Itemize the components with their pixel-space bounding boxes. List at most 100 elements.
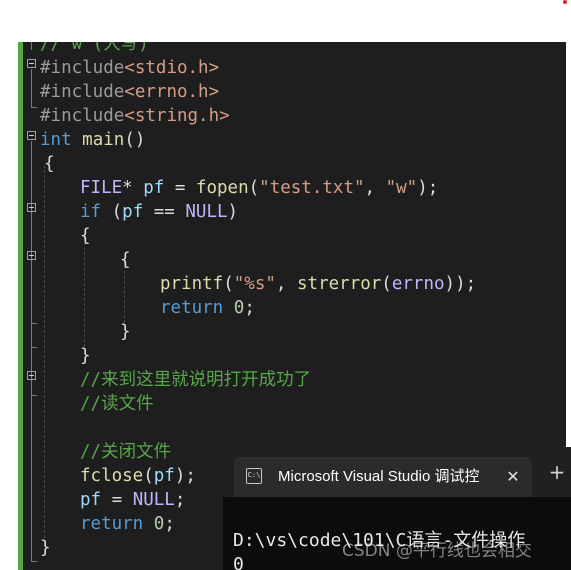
code-token: = [164,178,196,198]
code-token: FILE [80,178,123,198]
code-line[interactable]: if (pf == NULL) [80,200,238,224]
code-line[interactable]: FILE* pf = fopen("test.txt", "w"); [80,176,438,200]
code-token: 0 [153,514,165,534]
code-token: } [80,346,91,366]
code-token: #include [40,82,125,102]
code-token: ; [164,514,175,534]
code-token: pf [153,466,175,486]
code-token: { [120,250,131,270]
code-token: { [44,154,55,174]
code-token: strerror [297,274,382,294]
code-token: "%s" [233,274,276,294]
outline-line [31,69,32,107]
code-line[interactable]: #include<string.h> [40,104,230,128]
code-token: NULL [185,202,228,222]
code-token: } [120,322,131,342]
code-token: , [364,178,386,198]
code-line[interactable]: return 0; [160,296,255,320]
editor-margin [0,42,18,570]
code-token: errno [391,274,445,294]
code-line[interactable]: return 0; [80,512,175,536]
code-token: pf [122,202,144,222]
code-token: == [143,202,186,222]
watermark: CSDN @平行线也会相交 [342,541,532,561]
code-token: () [124,130,146,150]
outline-end [31,561,37,562]
code-line[interactable]: //关闭文件 [80,440,171,464]
console-tab-title: Microsoft Visual Studio 调试控 [278,468,480,485]
outline-end [31,107,37,108]
close-icon[interactable]: ✕ [502,466,524,488]
collapse-if-icon[interactable] [27,203,36,212]
code-token: #include [40,106,125,126]
code-token: ; [174,490,186,510]
code-line[interactable]: //来到这里就说明打开成功了 [80,368,311,392]
code-token: main [82,130,125,150]
terminal-icon: C:\ [246,468,262,484]
code-token: * [122,178,144,198]
code-line[interactable]: } [80,344,91,368]
console-tab-bar: C:\ Microsoft Visual Studio 调试控 ✕ + [223,447,571,497]
code-token: ); [174,466,196,486]
outline-end [31,323,37,324]
code-line[interactable]: { [80,224,91,248]
code-token: //关闭文件 [80,442,172,462]
code-token: pf [80,490,102,510]
outline-line [31,42,32,50]
code-token: printf [160,274,224,294]
code-line[interactable]: #include<stdio.h> [40,56,219,80]
code-token: return [80,514,144,534]
code-token: ( [143,466,154,486]
outline-end [31,395,37,396]
notification-dot [563,0,567,4]
collapse-includes-icon[interactable] [27,59,36,68]
code-token: <stdio.h> [124,58,220,78]
code-token: <errno.h> [124,82,220,102]
code-token: , [275,274,297,294]
code-token: #include [40,58,125,78]
code-token: ; [244,298,255,318]
code-token: int [40,130,72,150]
code-token: pf [143,178,165,198]
code-token: <string.h> [124,106,230,126]
code-token: { [80,226,91,246]
code-token: "w" [385,178,418,198]
code-token: NULL [132,490,175,510]
code-token: 0 [233,298,245,318]
code-token: = [101,490,133,510]
code-token: ( [381,274,392,294]
outline-end [31,347,37,348]
code-token: ); [417,178,439,198]
code-line[interactable]: int main() [40,128,145,152]
indent-guide [84,237,85,347]
collapse-block-icon[interactable] [27,251,36,260]
code-line[interactable]: } [120,320,131,344]
code-token: ( [101,202,123,222]
code-token: )); [444,274,477,294]
collapse-main-icon[interactable] [27,131,36,140]
code-token: "test.txt" [259,178,365,198]
console-tab[interactable]: C:\ Microsoft Visual Studio 调试控 ✕ [234,457,532,497]
code-line[interactable]: } [40,536,51,560]
indent-guide [44,165,45,543]
code-line[interactable]: pf = NULL; [80,488,185,512]
code-line[interactable]: printf("%s", strerror(errno)); [160,272,476,296]
code-line[interactable]: //读文件 [80,392,154,416]
code-line[interactable]: fclose(pf); [80,464,196,488]
code-line[interactable]: #include<errno.h> [40,80,219,104]
code-line[interactable]: { [120,248,131,272]
code-line[interactable]: { [44,152,55,176]
code-token: //读文件 [80,394,154,414]
code-token: ) [227,202,239,222]
change-tracking-bar [18,42,23,570]
code-token: ( [223,274,234,294]
code-line[interactable]: // w (大写) [40,42,149,56]
new-tab-icon[interactable]: + [545,461,569,485]
code-token: } [40,538,51,558]
code-token: ( [248,178,260,198]
code-token: fclose [80,466,144,486]
collapse-comment-icon[interactable] [27,371,36,380]
